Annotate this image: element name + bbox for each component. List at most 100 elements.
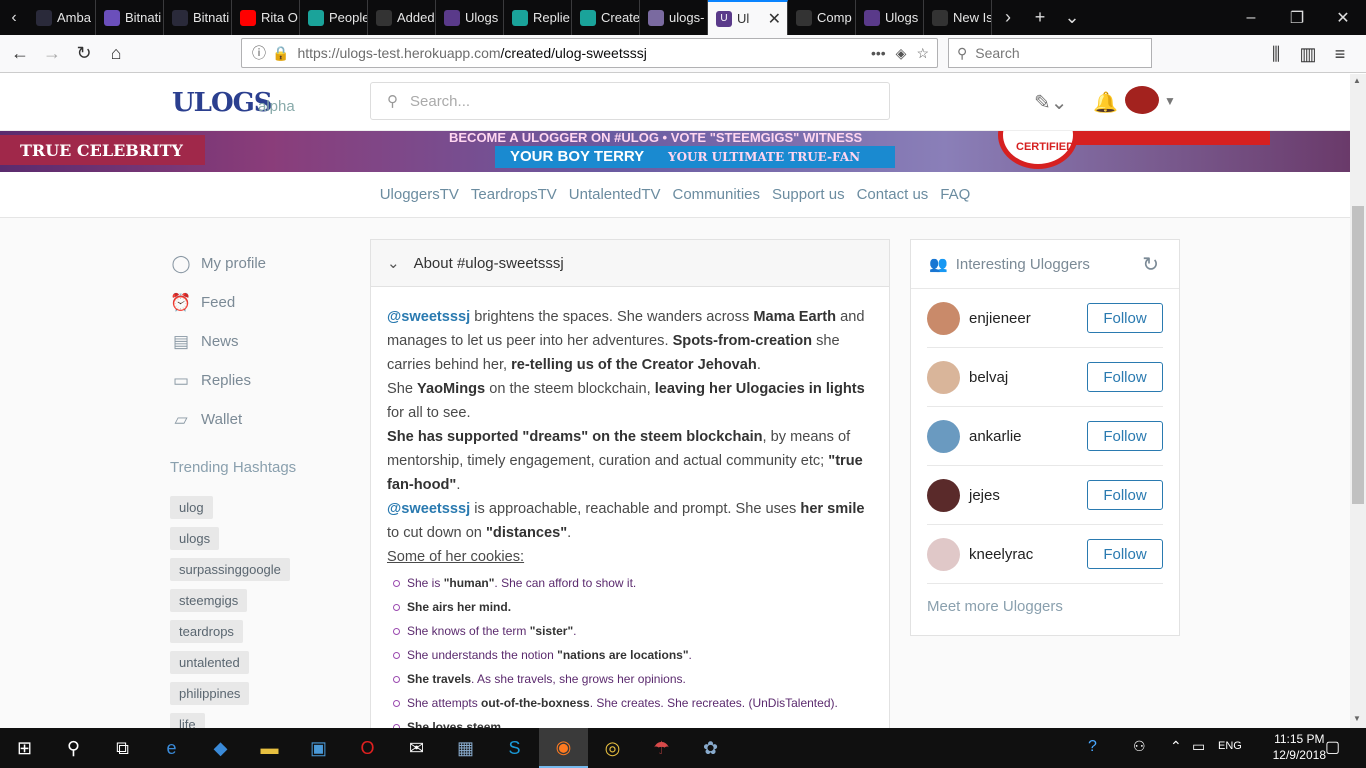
avatar[interactable] bbox=[927, 301, 960, 335]
firefox-icon[interactable]: ◉ bbox=[539, 728, 588, 768]
bell-icon[interactable]: 🔔 bbox=[1093, 90, 1118, 115]
tab[interactable]: Amba bbox=[28, 0, 96, 35]
ulogger-name[interactable]: enjieneer bbox=[969, 310, 1087, 327]
search-icon[interactable]: ⚲ bbox=[49, 728, 98, 768]
follow-button[interactable]: Follow bbox=[1087, 303, 1163, 333]
sidebar-item-replies[interactable]: ▭ Replies bbox=[170, 361, 360, 400]
mail-icon[interactable]: ✉ bbox=[392, 728, 441, 768]
url-bar[interactable]: ⓘ 🔒 https://ulogs-test.herokuapp.com/cre… bbox=[241, 38, 938, 68]
people-icon[interactable]: ⚇ bbox=[1133, 738, 1146, 755]
language-indicator[interactable]: ENG bbox=[1218, 740, 1242, 752]
notifications-icon[interactable]: ▢ bbox=[1325, 737, 1340, 757]
info-icon[interactable]: ⓘ bbox=[252, 43, 266, 63]
subnav-link[interactable]: UntalentedTV bbox=[569, 186, 661, 203]
hashtag-chip[interactable]: philippines bbox=[170, 682, 250, 705]
hashtag-chip[interactable]: surpassinggoogle bbox=[170, 558, 290, 581]
forward-icon[interactable]: → bbox=[36, 38, 68, 70]
close-tab-icon[interactable]: ✕ bbox=[768, 9, 781, 29]
tab[interactable]: Rita O bbox=[232, 0, 300, 35]
refresh-icon[interactable]: ↻ bbox=[1142, 252, 1159, 277]
restore-icon[interactable]: ❐ bbox=[1274, 0, 1320, 35]
library-icon[interactable]: ⫼ bbox=[1260, 38, 1292, 70]
scroll-up-icon[interactable]: ▲ bbox=[1353, 76, 1361, 85]
follow-button[interactable]: Follow bbox=[1087, 362, 1163, 392]
battery-icon[interactable]: ▭ bbox=[1192, 738, 1205, 755]
home-icon[interactable]: ⌂ bbox=[100, 38, 132, 70]
close-window-icon[interactable]: ✕ bbox=[1320, 0, 1366, 35]
tab[interactable]: Create bbox=[572, 0, 640, 35]
ulogger-name[interactable]: ankarlie bbox=[969, 428, 1087, 445]
menu-icon[interactable]: ≡ bbox=[1324, 38, 1356, 70]
tab-list-icon[interactable]: ⌄ bbox=[1056, 0, 1088, 35]
paint-icon[interactable]: ☂ bbox=[637, 728, 686, 768]
task-view-icon[interactable]: ⧉ bbox=[98, 728, 147, 768]
promo-banner[interactable]: TRUE CELEBRITY BECOME A ULOGGER ON #ULOG… bbox=[0, 131, 1350, 172]
scroll-thumb[interactable] bbox=[1352, 206, 1364, 504]
subnav-link[interactable]: UloggersTV bbox=[380, 186, 459, 203]
bookmark-star-icon[interactable]: ☆ bbox=[916, 45, 929, 62]
sidebar-item-feed[interactable]: ⏰ Feed bbox=[170, 283, 360, 322]
ulogger-name[interactable]: belvaj bbox=[969, 369, 1087, 386]
hashtag-chip[interactable]: untalented bbox=[170, 651, 249, 674]
avatar[interactable] bbox=[927, 419, 960, 453]
tab[interactable]: People bbox=[300, 0, 368, 35]
tab-scroll-right-icon[interactable]: › bbox=[992, 0, 1024, 35]
opera-icon[interactable]: O bbox=[343, 728, 392, 768]
windows-start-icon[interactable]: ⊞ bbox=[0, 728, 49, 768]
avatar[interactable] bbox=[927, 478, 960, 512]
subnav-link[interactable]: Support us bbox=[772, 186, 845, 203]
sidebar-item-my-profile[interactable]: ◯ My profile bbox=[170, 244, 360, 283]
tab[interactable]: ulogs- bbox=[640, 0, 708, 35]
minimize-icon[interactable]: – bbox=[1228, 0, 1274, 35]
tab[interactable]: Replie bbox=[504, 0, 572, 35]
site-search-input[interactable]: ⚲ Search... bbox=[370, 82, 890, 120]
tab[interactable]: Comp bbox=[788, 0, 856, 35]
tab[interactable]: New Is bbox=[924, 0, 992, 35]
file-explorer-icon[interactable]: ▬ bbox=[245, 728, 294, 768]
hashtag-chip[interactable]: steemgigs bbox=[170, 589, 248, 612]
subnav-link[interactable]: Communities bbox=[673, 186, 761, 203]
network-app-icon[interactable]: ▦ bbox=[441, 728, 490, 768]
sidebar-item-news[interactable]: ▤ News bbox=[170, 322, 360, 361]
tab-active[interactable]: U Ul ✕ bbox=[708, 0, 788, 35]
sidebar-item-wallet[interactable]: ▱ Wallet bbox=[170, 400, 360, 439]
tab[interactable]: Ulogs bbox=[436, 0, 504, 35]
tab[interactable]: Bitnati bbox=[164, 0, 232, 35]
edge-icon[interactable]: e bbox=[147, 728, 196, 768]
tray-expand-icon[interactable]: ⌃ bbox=[1170, 738, 1182, 755]
subnav-link[interactable]: TeardropsTV bbox=[471, 186, 557, 203]
follow-button[interactable]: Follow bbox=[1087, 421, 1163, 451]
taskbar-clock[interactable]: 11:15 PM 12/9/2018 bbox=[1273, 731, 1326, 763]
store-icon[interactable]: ▣ bbox=[294, 728, 343, 768]
tab[interactable]: Added bbox=[368, 0, 436, 35]
paint-palette-icon[interactable]: ✿ bbox=[686, 728, 735, 768]
tab-scroll-left-icon[interactable]: ‹ bbox=[0, 0, 28, 35]
back-icon[interactable]: ← bbox=[4, 38, 36, 70]
chrome-icon[interactable]: ◎ bbox=[588, 728, 637, 768]
meet-more-link[interactable]: Meet more Uloggers bbox=[911, 584, 1179, 629]
subnav-link[interactable]: Contact us bbox=[857, 186, 929, 203]
user-avatar[interactable] bbox=[1125, 86, 1159, 114]
hashtag-chip[interactable]: ulogs bbox=[170, 527, 220, 550]
ulogger-name[interactable]: jejes bbox=[969, 487, 1087, 504]
tab[interactable]: Bitnati bbox=[96, 0, 164, 35]
page-scrollbar[interactable]: ▲ ▼ bbox=[1350, 74, 1366, 728]
tab[interactable]: Ulogs bbox=[856, 0, 924, 35]
site-logo[interactable]: ULOGS bbox=[172, 88, 273, 118]
pocket-icon[interactable]: ◈ bbox=[896, 45, 907, 62]
hashtag-chip[interactable]: teardrops bbox=[170, 620, 243, 643]
new-tab-icon[interactable]: + bbox=[1024, 0, 1056, 35]
ulogger-name[interactable]: kneelyrac bbox=[969, 546, 1087, 563]
subnav-link[interactable]: FAQ bbox=[940, 186, 970, 203]
dropbox-icon[interactable]: ◆ bbox=[196, 728, 245, 768]
skype-icon[interactable]: S bbox=[490, 728, 539, 768]
mention-link[interactable]: @sweetsssj bbox=[387, 501, 470, 517]
browser-search-input[interactable]: ⚲ Search bbox=[948, 38, 1152, 68]
avatar[interactable] bbox=[927, 537, 960, 571]
sidebar-icon[interactable]: ▥ bbox=[1292, 38, 1324, 70]
write-icon[interactable]: ✎⌄ bbox=[1034, 90, 1068, 115]
follow-button[interactable]: Follow bbox=[1087, 539, 1163, 569]
about-panel-header[interactable]: ⌄ About #ulog-sweetsssj bbox=[371, 240, 889, 287]
follow-button[interactable]: Follow bbox=[1087, 480, 1163, 510]
help-icon[interactable]: ? bbox=[1088, 738, 1097, 756]
